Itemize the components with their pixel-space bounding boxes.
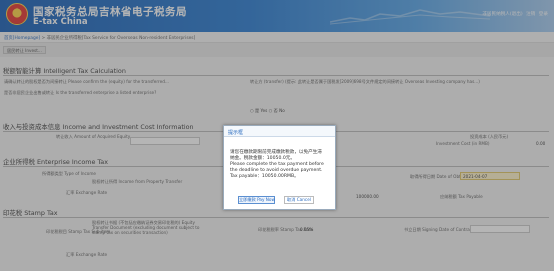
dialog-header: 提示框: [224, 126, 335, 137]
dialog-title: 提示框: [228, 130, 244, 136]
dialog-line-5: Tax payable：10050.00RMB。: [230, 174, 299, 179]
dialog-message: 请您在缴款期限前完成缴款税款，以免产生滞 纳金。税款金额：10050.0元。 P…: [230, 150, 330, 180]
pay-now-button[interactable]: 立即缴款 Pay Now: [238, 196, 275, 204]
cancel-button[interactable]: 取消 Cancel: [284, 196, 314, 204]
payment-prompt-dialog: 提示框 请您在缴款期限前完成缴款税款，以免产生滞 纳金。税款金额：10050.0…: [223, 125, 336, 210]
